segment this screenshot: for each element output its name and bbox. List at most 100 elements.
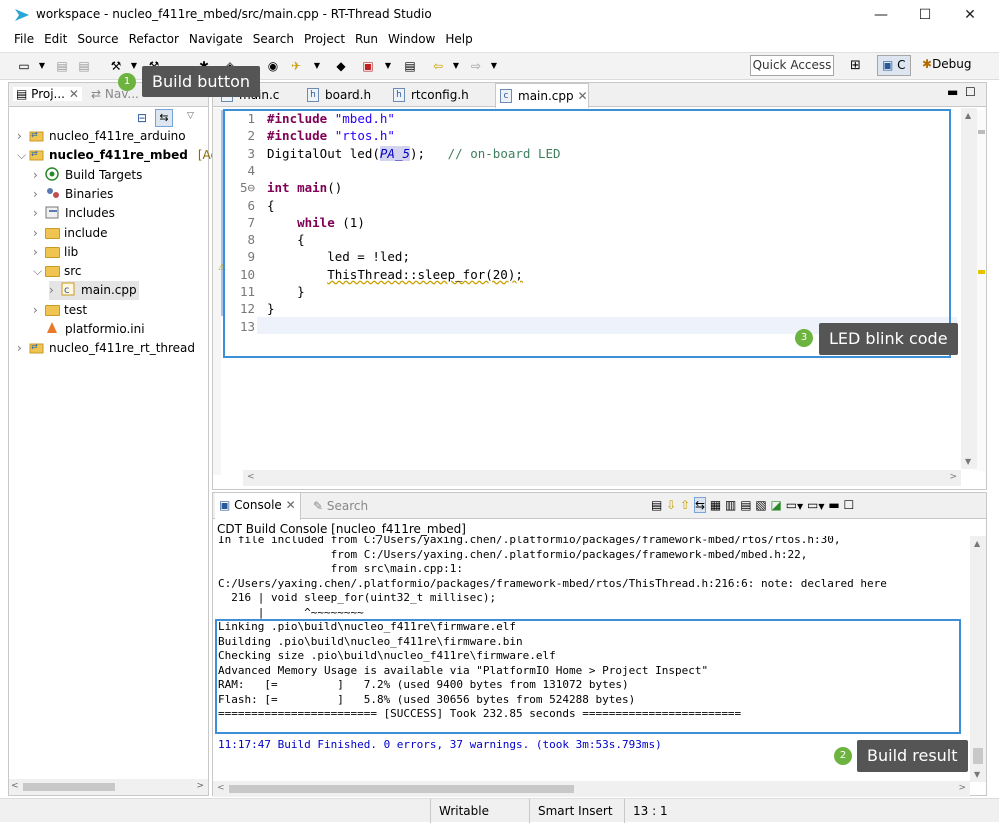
tree-item[interactable]: › c main.cpp	[49, 281, 139, 301]
tab-project-explorer[interactable]: ▤ Proj... ✕	[13, 87, 82, 101]
menu-file[interactable]: File	[9, 30, 39, 48]
save-all-icon[interactable]: ▤	[76, 58, 92, 74]
console-vertical-scrollbar[interactable]: ▲ ▼	[970, 536, 986, 782]
display-selected-console-icon[interactable]: ◪	[771, 498, 782, 512]
tree-item[interactable]: ⌵ src	[33, 262, 82, 281]
minimize-editor-icon[interactable]: ▬	[947, 85, 958, 99]
menu-edit[interactable]: Edit	[39, 30, 72, 48]
expanded-chevron-icon[interactable]: ⌵	[17, 146, 29, 165]
menu-project[interactable]: Project	[299, 30, 350, 48]
horizontal-scrollbar[interactable]: < >	[9, 779, 208, 795]
settings-icon[interactable]: ◆	[333, 58, 349, 74]
scroll-down-icon[interactable]: ▼	[974, 770, 980, 779]
paste-icon[interactable]: ▤	[740, 498, 751, 512]
collapse-all-icon[interactable]: ⊟	[137, 111, 147, 125]
scroll-right-icon[interactable]: >	[196, 781, 204, 791]
maximize-button[interactable]: ☐	[910, 5, 940, 25]
new-dropdown-icon[interactable]: ▼	[34, 58, 50, 74]
collapsed-chevron-icon[interactable]: ›	[17, 339, 29, 358]
tree-item[interactable]: › Binaries	[33, 185, 113, 204]
tree-item[interactable]: › lib	[33, 243, 78, 262]
tree-item[interactable]: › include	[33, 224, 107, 243]
collapsed-chevron-icon[interactable]: ›	[33, 185, 45, 204]
scroll-left-icon[interactable]: <	[11, 781, 19, 791]
scroll-left-icon[interactable]: <	[217, 783, 225, 793]
new-console-icon[interactable]: ▭	[807, 498, 818, 512]
close-button[interactable]: ✕	[955, 5, 985, 25]
scroll-up-console-icon[interactable]: ⇧	[680, 498, 690, 512]
menu-run[interactable]: Run	[350, 30, 383, 48]
open-perspective-icon[interactable]: ⊞	[850, 58, 861, 73]
console-horizontal-scrollbar[interactable]: < >	[213, 781, 970, 797]
terminal-icon[interactable]: ▣	[360, 58, 376, 74]
scroll-right-icon[interactable]: >	[949, 472, 957, 482]
editor-vertical-scrollbar[interactable]: ▲ ▼	[961, 108, 977, 469]
new-console-dropdown-icon[interactable]: ▼	[818, 502, 824, 511]
save-icon[interactable]: ▤	[54, 58, 70, 74]
menu-help[interactable]: Help	[440, 30, 477, 48]
tree-item[interactable]: platformio.ini	[33, 320, 145, 339]
open-console-icon[interactable]: ▭	[786, 498, 797, 512]
terminal-dropdown-icon[interactable]: ▼	[380, 58, 396, 74]
expanded-chevron-icon[interactable]: ⌵	[33, 262, 45, 281]
minimize-console-icon[interactable]: ▬	[828, 498, 839, 512]
build-hammer-icon[interactable]: ⚒	[108, 58, 124, 74]
tree-item[interactable]: › ⇄ nucleo_f411re_rt_thread	[17, 339, 195, 358]
collapsed-chevron-icon[interactable]: ›	[33, 166, 45, 185]
word-wrap-icon[interactable]: ▦	[710, 498, 721, 512]
view-menu-icon[interactable]: ▽	[187, 111, 194, 121]
collapsed-chevron-icon[interactable]: ›	[33, 301, 45, 320]
collapsed-chevron-icon[interactable]: ›	[33, 224, 45, 243]
open-console-dropdown-icon[interactable]: ▼	[797, 502, 803, 511]
scroll-thumb[interactable]	[23, 783, 115, 791]
perspective-debug-button[interactable]: ✱Debug	[918, 55, 976, 76]
maximize-editor-icon[interactable]: ☐	[965, 85, 976, 99]
close-icon[interactable]: ✕	[286, 498, 296, 512]
clear-console-icon[interactable]: ▤	[651, 498, 662, 512]
editor-horizontal-scrollbar[interactable]: < >	[243, 470, 961, 486]
maximize-console-icon[interactable]: ☐	[844, 498, 855, 512]
collapsed-chevron-icon[interactable]: ›	[33, 204, 45, 223]
tab-rtconfig-h[interactable]: h rtconfig.h	[389, 83, 489, 107]
tree-item[interactable]: ⌵ ⇄ nucleo_f411re_mbed [Ac	[17, 146, 217, 165]
new-icon[interactable]: ▭	[16, 58, 32, 74]
pin-console-icon[interactable]: ⇆	[693, 497, 707, 513]
build-dropdown-icon[interactable]: ▼	[126, 58, 142, 74]
tree-item[interactable]: › Build Targets	[33, 166, 142, 185]
console-icon[interactable]: ▤	[402, 58, 418, 74]
tab-board-h[interactable]: h board.h	[303, 83, 385, 107]
minimize-button[interactable]: —	[866, 5, 896, 25]
sdk-manager-icon[interactable]: ◉	[265, 58, 281, 74]
menu-refactor[interactable]: Refactor	[124, 30, 184, 48]
close-icon[interactable]: ✕	[574, 89, 587, 103]
tab-main-cpp[interactable]: c main.cpp ✕	[495, 83, 589, 108]
menu-search[interactable]: Search	[248, 30, 299, 48]
export-icon[interactable]: ▧	[755, 498, 766, 512]
scroll-down-icon[interactable]: ▼	[965, 457, 971, 466]
tree-item[interactable]: › Includes	[33, 204, 115, 223]
scroll-left-icon[interactable]: <	[247, 472, 255, 482]
menu-source[interactable]: Source	[72, 30, 123, 48]
collapsed-chevron-icon[interactable]: ›	[17, 127, 29, 146]
collapsed-chevron-icon[interactable]: ›	[33, 243, 45, 262]
quick-access-field[interactable]: Quick Access	[750, 55, 834, 76]
menu-navigate[interactable]: Navigate	[184, 30, 248, 48]
back-dropdown-icon[interactable]: ▼	[448, 58, 464, 74]
tab-search[interactable]: ✎ Search	[313, 499, 368, 513]
scroll-up-icon[interactable]: ▲	[965, 111, 971, 120]
tree-item[interactable]: › ⇄ nucleo_f411re_arduino	[17, 127, 186, 146]
scroll-right-icon[interactable]: >	[958, 783, 966, 793]
run-icon[interactable]: ✈	[288, 58, 304, 74]
menu-window[interactable]: Window	[383, 30, 440, 48]
link-with-editor-icon[interactable]: ⇆	[155, 109, 173, 127]
close-icon[interactable]: ✕	[69, 87, 79, 101]
back-icon[interactable]: ⇦	[430, 58, 446, 74]
forward-icon[interactable]: ⇨	[468, 58, 484, 74]
forward-dropdown-icon[interactable]: ▼	[486, 58, 502, 74]
collapsed-chevron-icon[interactable]: ›	[49, 281, 61, 300]
perspective-c-button[interactable]: ▣ C	[877, 55, 911, 76]
scroll-up-icon[interactable]: ▲	[974, 539, 980, 548]
scroll-thumb[interactable]	[229, 785, 574, 793]
scroll-lock-icon[interactable]: ⇩	[666, 498, 676, 512]
scroll-thumb[interactable]	[973, 748, 983, 764]
